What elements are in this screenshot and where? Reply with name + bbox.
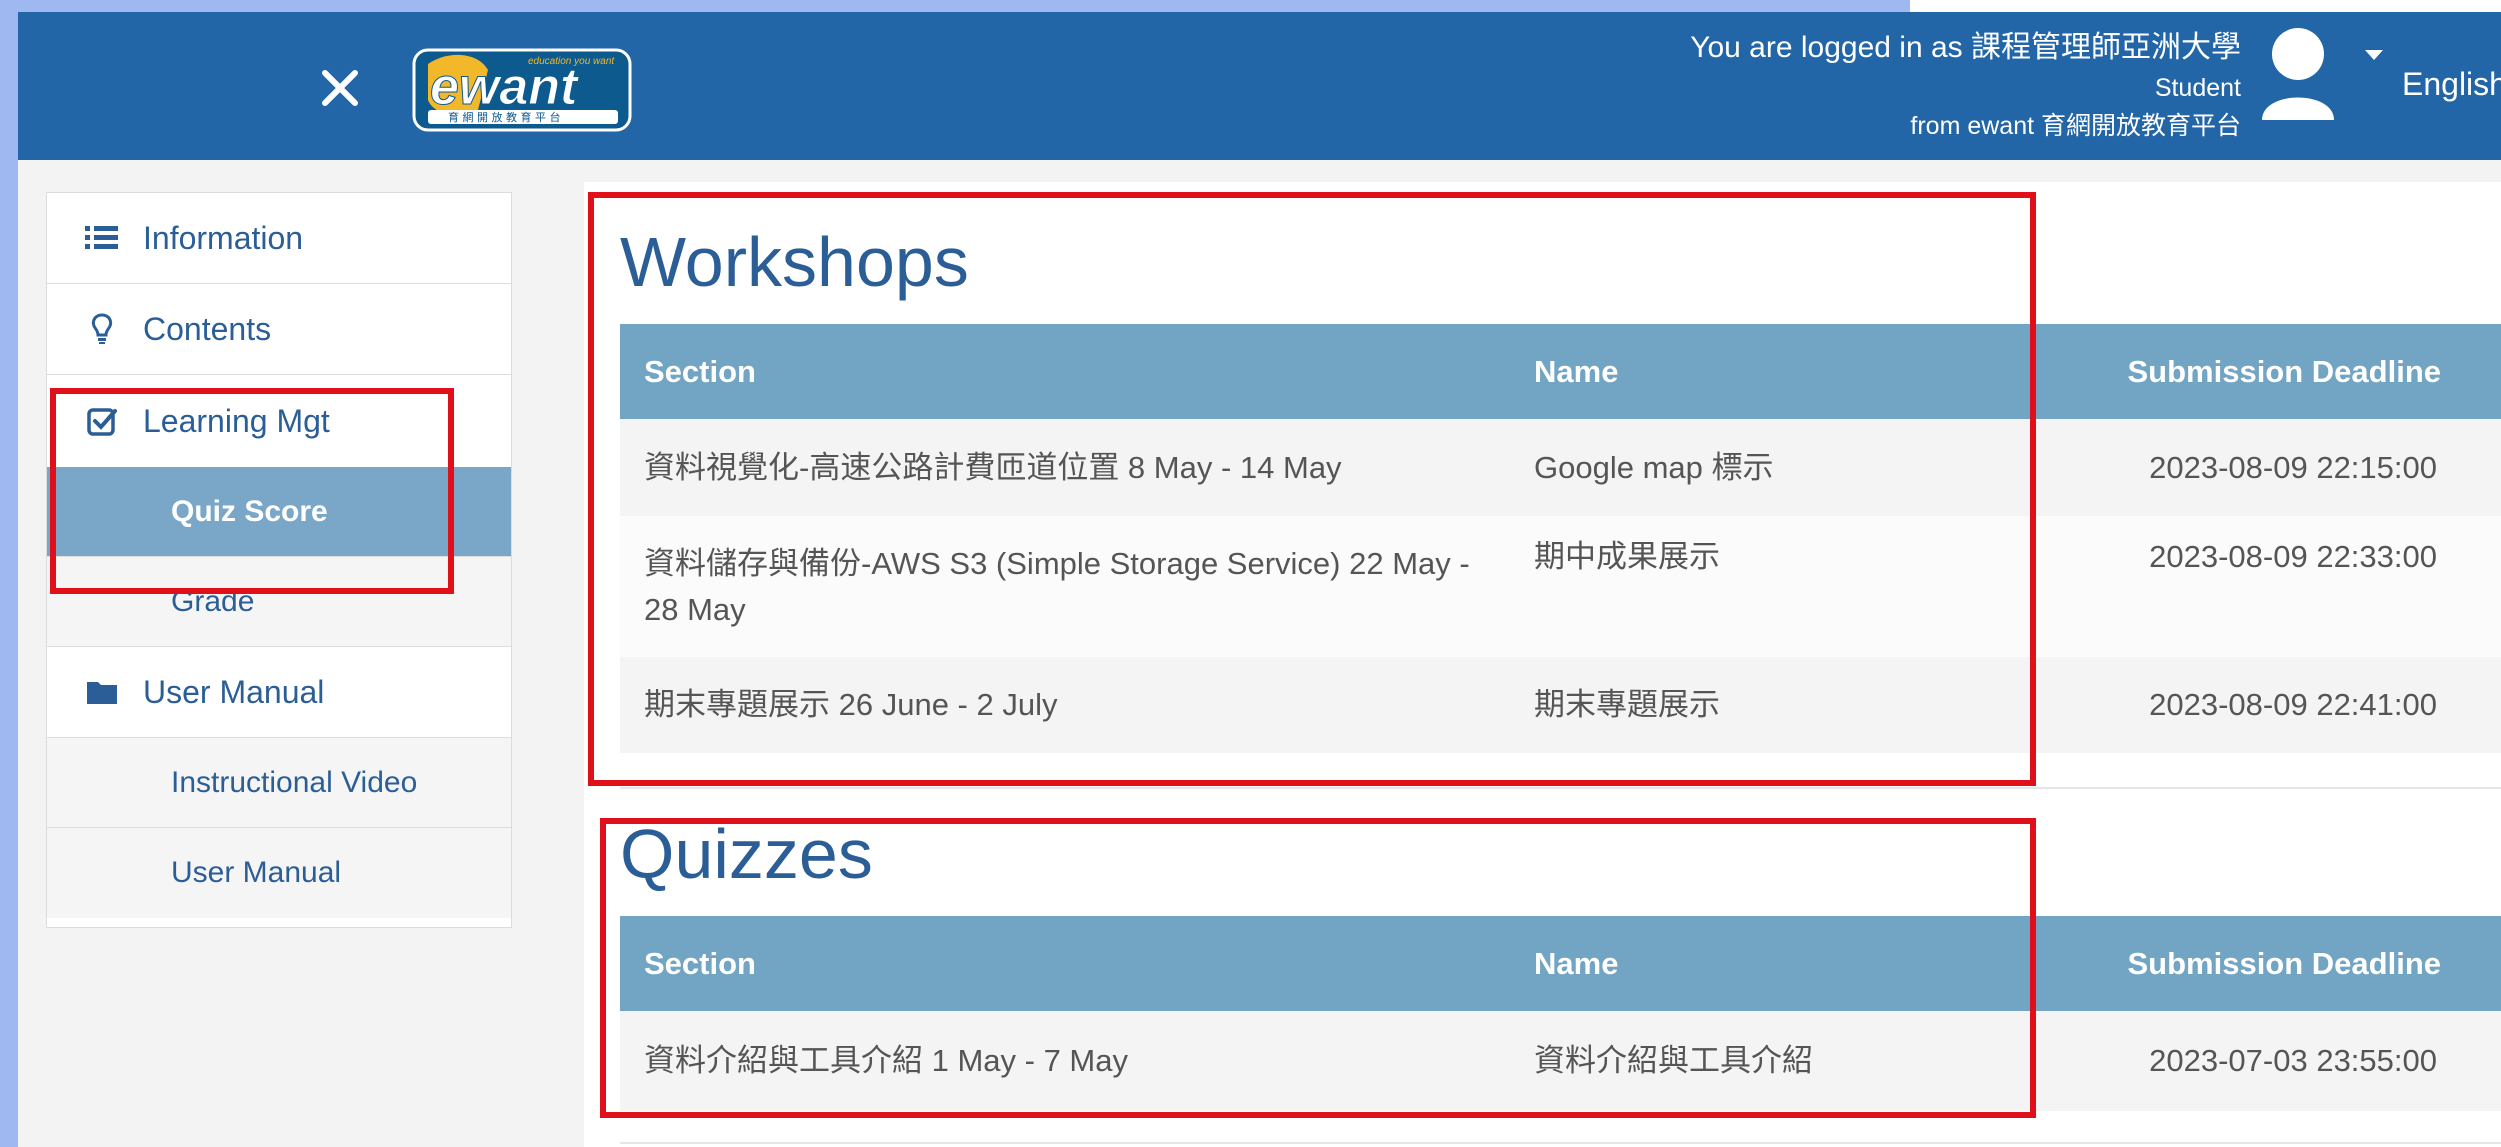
table-row: 期末專題展示 26 June - 2 July 期末專題展示 2023-08-0… <box>620 657 2501 753</box>
column-header-name[interactable]: Name <box>1510 916 1960 1011</box>
cell-deadline: 2023-08-09 22:15:00 <box>1960 419 2501 516</box>
cell-section: 資料儲存與備份-AWS S3 (Simple Storage Service) … <box>620 516 1510 657</box>
logo-graphic: ewant education you want 育 網 開 放 教 育 平 台 <box>412 48 632 132</box>
user-organization: from ewant 育網開放教育平台 <box>1910 112 2241 140</box>
quizzes-title: Quizzes <box>620 815 873 893</box>
table-row: 資料視覺化-高速公路計費匝道位置 8 May - 14 May Google m… <box>620 419 2501 516</box>
workshops-table: Section Name Submission Deadline 資料視覺化-高… <box>620 324 2501 753</box>
cell-name[interactable]: Google map 標示 <box>1510 419 1960 516</box>
login-info: You are logged in as 課程管理師亞洲大學 Student f… <box>1690 26 2241 146</box>
list-icon <box>83 224 121 252</box>
table-row: 資料儲存與備份-AWS S3 (Simple Storage Service) … <box>620 516 2501 657</box>
app-window: ewant education you want 育 網 開 放 教 育 平 台… <box>18 12 2501 1147</box>
sidebar-item-label: Information <box>143 219 304 256</box>
lightbulb-icon <box>83 313 121 345</box>
column-header-name[interactable]: Name <box>1510 324 1960 419</box>
sidebar-item-label: Learning Mgt <box>143 402 330 439</box>
folder-icon <box>83 679 121 705</box>
column-header-section[interactable]: Section <box>620 916 1510 1011</box>
section-divider <box>620 787 2501 789</box>
table-header-row: Section Name Submission Deadline <box>620 916 2501 1011</box>
sidebar-nav: Information Contents Learning Mgt Quiz S… <box>46 192 512 928</box>
checkbox-icon <box>83 406 121 436</box>
close-menu-button[interactable] <box>312 60 368 116</box>
sidebar-item-label: User Manual <box>143 673 325 710</box>
sidebar-item-label: Contents <box>143 310 272 347</box>
sidebar-item-user-manual[interactable]: User Manual <box>47 647 511 738</box>
page-top-strip <box>1910 0 2501 12</box>
column-header-section[interactable]: Section <box>620 324 1510 419</box>
workshops-title: Workshops <box>620 223 969 301</box>
close-icon <box>322 70 358 106</box>
cell-deadline: 2023-08-09 22:41:00 <box>1960 657 2501 753</box>
ewant-logo[interactable]: ewant education you want 育 網 開 放 教 育 平 台 <box>408 40 638 140</box>
column-header-deadline[interactable]: Submission Deadline <box>1960 916 2501 1011</box>
column-header-deadline[interactable]: Submission Deadline <box>1960 324 2501 419</box>
sidebar-item-learning-mgt[interactable]: Learning Mgt <box>47 375 511 467</box>
sidebar-subitem-instructional-video[interactable]: Instructional Video <box>47 738 511 828</box>
section-divider <box>620 1142 2501 1144</box>
sidebar-subitem-quiz-score[interactable]: Quiz Score <box>47 467 511 557</box>
user-menu-toggle[interactable] <box>2363 48 2385 67</box>
cell-name[interactable]: 資料介紹與工具介紹 <box>1510 1011 1960 1111</box>
sidebar-subitem-grade[interactable]: Grade <box>47 557 511 647</box>
svg-text:education you want: education you want <box>528 56 615 67</box>
table-row: 資料介紹與工具介紹 1 May - 7 May 資料介紹與工具介紹 2023-0… <box>620 1011 2501 1111</box>
user-role: Student <box>2154 74 2241 102</box>
top-header: ewant education you want 育 網 開 放 教 育 平 台… <box>18 12 2501 160</box>
user-icon <box>2262 28 2334 120</box>
language-selector[interactable]: English <box>2402 66 2501 103</box>
cell-section: 資料介紹與工具介紹 1 May - 7 May <box>620 1011 1510 1111</box>
svg-text:育 網 開 放 教 育 平 台: 育 網 開 放 教 育 平 台 <box>448 110 560 124</box>
caret-down-icon <box>2365 50 2383 60</box>
table-header-row: Section Name Submission Deadline <box>620 324 2501 419</box>
main-content: Workshops Section Name Submission Deadli… <box>584 182 2501 1147</box>
login-line: You are logged in as 課程管理師亞洲大學 <box>1690 31 2241 64</box>
cell-name[interactable]: 期中成果展示 <box>1510 516 1960 657</box>
cell-deadline: 2023-07-03 23:55:00 <box>1960 1011 2501 1111</box>
cell-section: 資料視覺化-高速公路計費匝道位置 8 May - 14 May <box>620 419 1510 516</box>
cell-deadline: 2023-08-09 22:33:00 <box>1960 516 2501 657</box>
sidebar-subitem-user-manual[interactable]: User Manual <box>47 828 511 918</box>
cell-section: 期末專題展示 26 June - 2 July <box>620 657 1510 753</box>
sidebar-item-information[interactable]: Information <box>47 193 511 284</box>
cell-name[interactable]: 期末專題展示 <box>1510 657 1960 753</box>
quizzes-table: Section Name Submission Deadline 資料介紹與工具… <box>620 916 2501 1111</box>
sidebar-item-contents[interactable]: Contents <box>47 284 511 375</box>
avatar[interactable] <box>2248 20 2348 130</box>
